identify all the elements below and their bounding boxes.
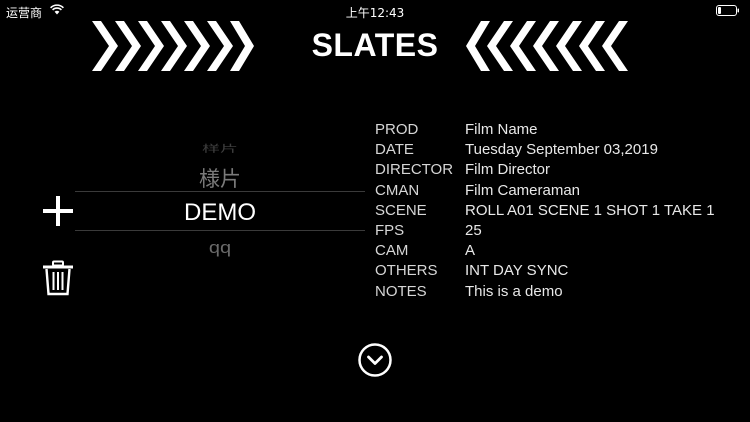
picker-divider <box>75 191 365 192</box>
trash-icon <box>43 260 73 296</box>
info-key: OTHERS <box>375 262 438 280</box>
info-value: INT DAY SYNC <box>465 262 569 280</box>
chevron-down-circle-icon <box>358 343 392 377</box>
status-time: 上午12:43 <box>345 6 405 20</box>
info-key: DATE <box>375 141 414 159</box>
slate-picker[interactable]: 样片 様片 DEMO qq <box>75 130 365 270</box>
battery-icon <box>716 5 739 16</box>
info-key: CMAN <box>375 181 420 199</box>
info-value: This is a demo <box>465 282 563 300</box>
info-key: CAM <box>375 242 409 260</box>
picker-item[interactable]: qq <box>75 239 365 259</box>
info-value: Film Cameraman <box>465 181 581 199</box>
plus-icon <box>43 196 73 226</box>
expand-button[interactable] <box>357 342 393 378</box>
picker-divider <box>75 230 365 231</box>
delete-slate-button[interactable] <box>41 260 75 296</box>
picker-selected-item[interactable]: DEMO <box>75 199 365 227</box>
info-key: FPS <box>375 221 405 239</box>
info-value: 25 <box>465 221 482 239</box>
info-value: Tuesday September 03,2019 <box>465 141 658 159</box>
chevrons-left-icon <box>466 21 628 71</box>
info-key: DIRECTOR <box>375 161 454 179</box>
info-value: ROLL A01 SCENE 1 SHOT 1 TAKE 1 <box>465 201 715 219</box>
add-slate-button[interactable] <box>40 193 76 229</box>
info-key: PROD <box>375 121 419 138</box>
picker-item[interactable]: 样片 <box>75 141 365 155</box>
info-key: NOTES <box>375 282 427 300</box>
status-bar: 运营商 上午12:43 <box>0 0 750 22</box>
info-value: A <box>465 242 476 260</box>
page-title: SLATES <box>311 27 439 63</box>
info-value: Film Director <box>465 161 550 179</box>
picker-item[interactable]: 様片 <box>75 163 365 193</box>
info-value: Film Name <box>465 121 538 138</box>
info-key: SCENE <box>375 201 427 219</box>
